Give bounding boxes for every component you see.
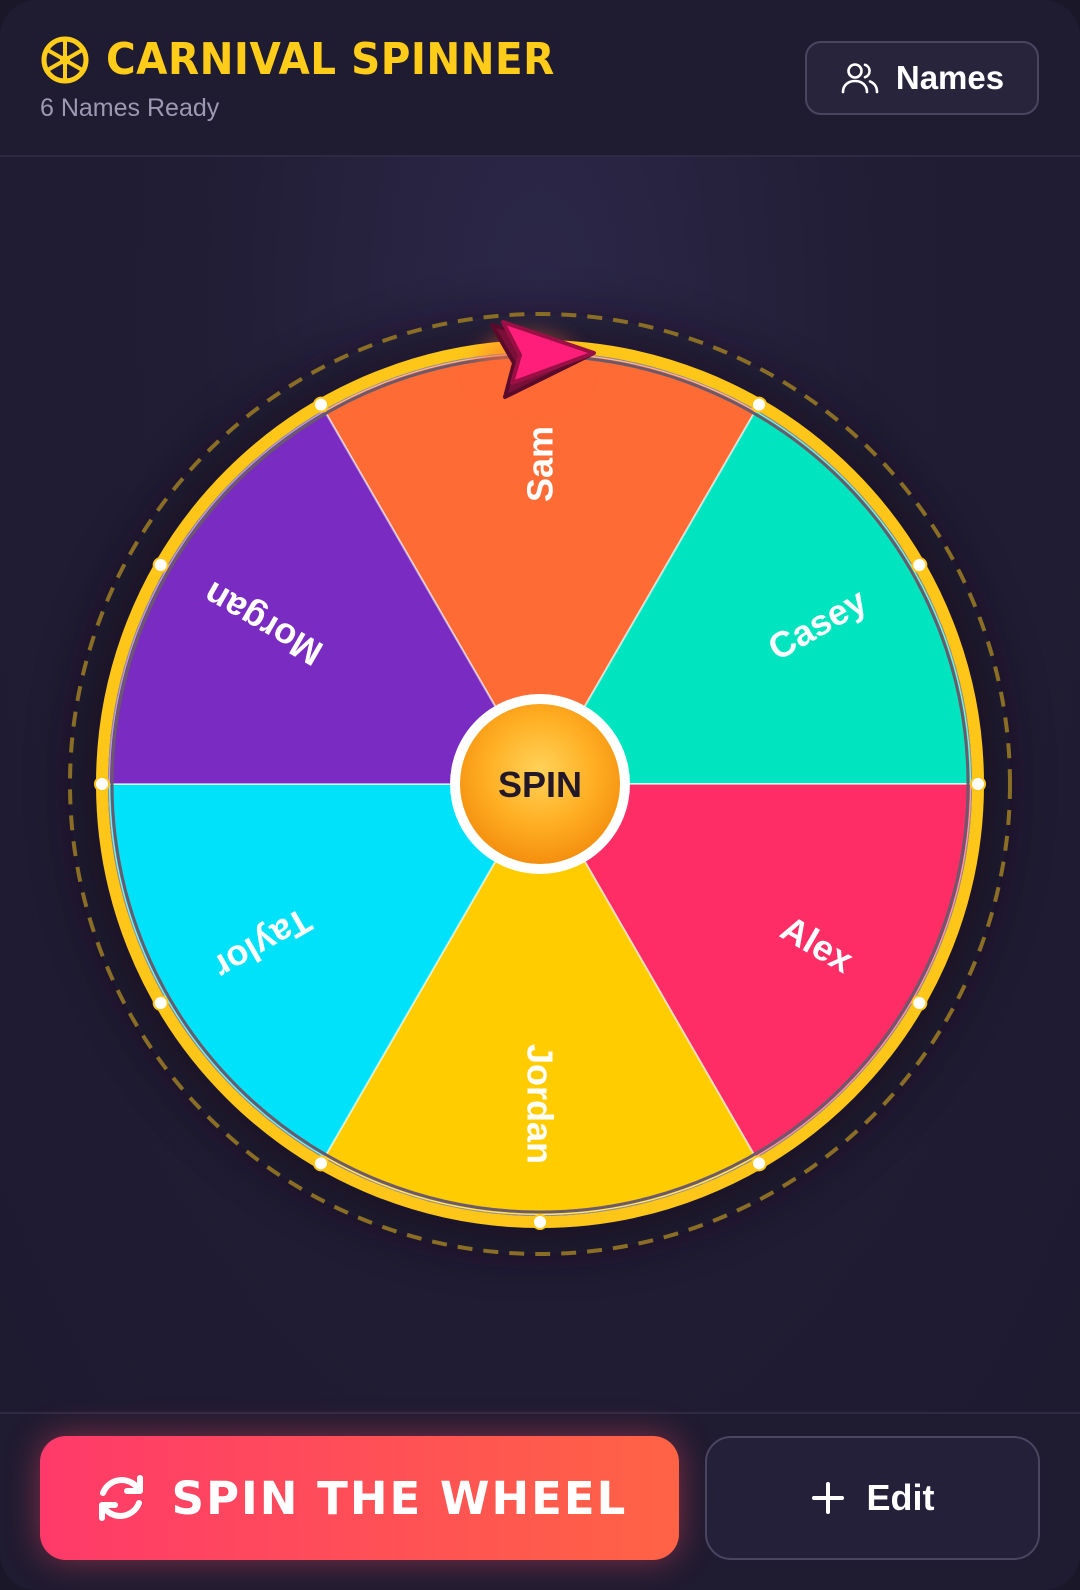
spin-the-wheel-button[interactable]: SPIN THE WHEEL — [40, 1436, 679, 1560]
rim-dot — [313, 1155, 329, 1172]
rim-dot — [911, 995, 928, 1011]
segment-label-jordan: Jordan — [520, 1044, 561, 1164]
rim-dot — [532, 1214, 548, 1230]
header: CARNIVAL SPINNER 6 Names Ready Names — [0, 0, 1080, 157]
rim-dot — [94, 776, 110, 792]
spin-hub-label: SPIN — [498, 764, 582, 805]
rim-dot — [313, 396, 329, 413]
rim-dot — [970, 776, 986, 792]
users-icon — [841, 63, 879, 94]
wheel-stage: Sam Casey Alex Jordan Taylor Morgan SPIN — [0, 157, 1080, 1412]
rim-dot — [751, 396, 767, 413]
rim-dot — [152, 995, 169, 1011]
rim-dot — [911, 557, 928, 573]
edit-button-label: Edit — [866, 1477, 935, 1518]
spinner-wheel[interactable]: SamCaseyAlexJordanTaylorMorgan SPIN — [0, 157, 1080, 1412]
app-window: CARNIVAL SPINNER 6 Names Ready Names Sam… — [0, 0, 1080, 1590]
edit-button[interactable]: Edit — [705, 1436, 1040, 1560]
rim-dot — [152, 557, 169, 573]
refresh-icon — [98, 1475, 143, 1521]
names-count: 6 Names Ready — [40, 94, 220, 122]
plus-icon — [811, 1482, 844, 1514]
app-title: CARNIVAL SPINNER — [106, 34, 555, 85]
names-button-label: Names — [895, 59, 1005, 96]
wheel-icon — [41, 36, 89, 83]
segment-label-sam: Sam — [520, 426, 561, 502]
rim-dot — [751, 1155, 767, 1172]
names-button[interactable]: Names — [805, 41, 1039, 115]
spin-the-wheel-label: SPIN THE WHEEL — [171, 1471, 628, 1525]
footer: SPIN THE WHEEL Edit — [0, 1412, 1080, 1590]
brand: CARNIVAL SPINNER — [40, 34, 594, 85]
